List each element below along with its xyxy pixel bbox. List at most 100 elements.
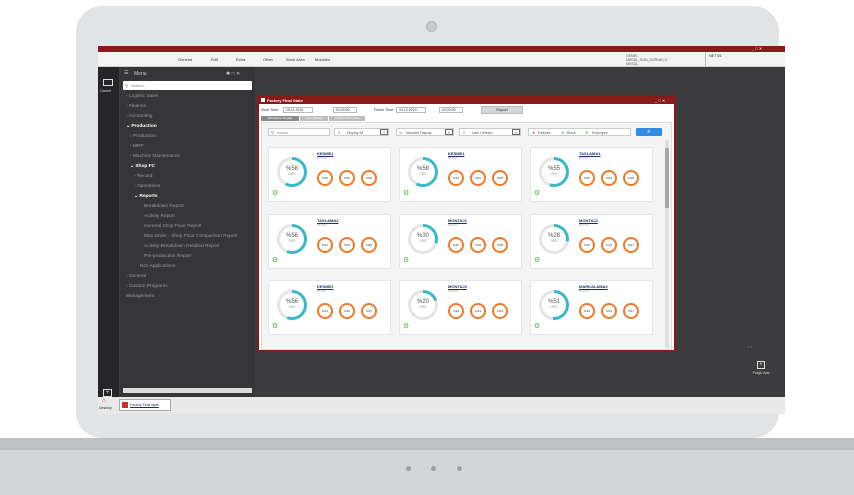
menu-modules[interactable]: Modules xyxy=(315,57,330,62)
workfloor-search-input[interactable]: ⚲ Search... xyxy=(268,128,330,136)
sidebar-item-label: MRP xyxy=(132,144,144,149)
sidebar-scrollbar[interactable] xyxy=(123,388,252,393)
sidebar-item-activity-report[interactable]: Activity Report xyxy=(144,214,175,219)
scrollbar[interactable] xyxy=(665,140,669,348)
machine-card[interactable]: %56 OEE TASLAMA2 8STI05 %91 %63 %89 ⚙ xyxy=(268,214,391,269)
sidebar-controls[interactable]: ✱ □ ✕ xyxy=(226,71,240,77)
machine-card[interactable]: %58 OEE KESME1 8STI01 %94 %60 %98 ⚙ xyxy=(268,147,391,202)
menu-work-area[interactable]: Work Area xyxy=(286,57,305,62)
search-icon: ⚲ xyxy=(271,130,274,135)
sidebar-item-noi-applications[interactable]: NOI Applications xyxy=(140,264,175,269)
oee-label: OEE xyxy=(550,172,558,176)
desktop-add-icon[interactable]: + xyxy=(103,389,112,397)
right-arrows[interactable]: ‹ › xyxy=(748,344,752,349)
machine-card[interactable]: %30 OEE MONTAJ1 8STI04 %86 %36 %98 ⚙ xyxy=(399,214,522,269)
sidebar-item-shop-fc[interactable]: ⌄ Shop FC xyxy=(130,164,155,169)
legend-box: ⊗ Failures ⊘ Block ⚙ Employee xyxy=(528,128,631,136)
sidebar-item-operations[interactable]: › Operations xyxy=(134,184,160,189)
display-filter-select[interactable]: ≡ Display All ⌄ xyxy=(334,128,389,136)
menu-other[interactable]: Other xyxy=(263,57,273,62)
sidebar-item-management[interactable]: Management xyxy=(126,294,154,299)
factory-window: Factory Final State _ □ ✕ Start Time 15.… xyxy=(257,95,676,352)
window-controls[interactable]: _ □ ✕ xyxy=(655,98,665,103)
gear-icon[interactable]: ⚙ xyxy=(403,190,410,197)
sidebar-item-machine-maintenance[interactable]: › Machine Maintenance xyxy=(130,154,180,159)
start-date-input[interactable]: 15.11.2019 xyxy=(283,107,313,113)
sidebar-item-custom-programs[interactable]: › Custom Programs xyxy=(126,284,168,289)
gear-icon[interactable]: ⚙ xyxy=(534,190,541,197)
sidebar-item-label: Shop FC xyxy=(135,164,156,169)
gear-icon[interactable]: ⚙ xyxy=(534,323,541,330)
home-icon[interactable]: ⌂ xyxy=(102,398,106,404)
sidebar-item-production[interactable]: ⌄ Production xyxy=(126,124,157,129)
tab-workfloor-display[interactable]: WorkFloor Display xyxy=(261,116,299,121)
sidebar-item-record[interactable]: › Record xyxy=(134,174,152,179)
sidebar-item-label: Activity-Breakdown Detailed Report xyxy=(144,244,220,249)
menu-extra[interactable]: Extra xyxy=(236,57,245,62)
user-defined-select[interactable]: ≡ User Defined ⌄ xyxy=(459,128,521,136)
oee-ring: %58 OEE xyxy=(408,157,438,187)
machine-display-select[interactable]: ▭ Machine Display ⌄ xyxy=(396,128,454,136)
sidebar-item-pre-production[interactable]: Pre-production Report xyxy=(144,254,191,259)
gear-icon[interactable]: ⚙ xyxy=(272,190,279,197)
performance-ring: %60 xyxy=(339,170,355,186)
sidebar-item-label: Accounting xyxy=(128,114,153,119)
start-time-input[interactable]: 00:00:00 xyxy=(333,107,357,113)
sidebar-item-finance[interactable]: › Finance xyxy=(126,104,146,109)
tab-added-information[interactable]: Added Information xyxy=(329,116,365,121)
oee-ring-center: %58 OEE xyxy=(411,160,435,184)
sidebar-item-reports[interactable]: ⌄ Reports xyxy=(134,194,157,199)
machine-card[interactable]: %56 OEE KESME2 8STI01 %93 %60 %97 ⚙ xyxy=(268,280,391,335)
machine-card[interactable]: %55 OEE TASLAMA1 8STI01 %90 %63 %98 ⚙ xyxy=(530,147,653,202)
sidebar-item-label: Production xyxy=(131,124,157,129)
sidebar-item-label: Reports xyxy=(139,194,158,199)
sidebar-title: Menu xyxy=(134,71,147,77)
sidebar-item-label: Activity Report xyxy=(144,214,175,219)
finish-date-input[interactable]: 10.12.2019 xyxy=(396,107,426,113)
start-time-label: Start Time xyxy=(261,108,279,112)
gear-icon[interactable]: ⚙ xyxy=(272,257,279,264)
window-controls[interactable]: _ □ ✕ xyxy=(752,46,762,51)
performance-value: %23 xyxy=(474,309,481,313)
list-view-button[interactable]: ≡ xyxy=(636,128,662,136)
performance-value: %61 xyxy=(605,309,612,313)
desktop-label[interactable]: Desktop xyxy=(99,406,112,410)
gear-icon[interactable]: ⚙ xyxy=(272,323,279,330)
tab-lane-display[interactable]: Lane Display xyxy=(300,116,328,121)
sidebar-item-activity-breakdown[interactable]: Activity-Breakdown Detailed Report xyxy=(144,244,219,249)
quality-ring: %97 xyxy=(623,237,639,253)
sidebar-item-accounting[interactable]: › Accounting xyxy=(126,114,152,119)
sidebar-item-breakdown-report[interactable]: Breakdown Report xyxy=(144,204,184,209)
finish-time-input[interactable]: 00:00:00 xyxy=(439,107,463,113)
machine-code: 8STI05 xyxy=(317,223,327,227)
monitor-icon[interactable] xyxy=(103,79,113,86)
sidebar-item-general[interactable]: › General xyxy=(126,274,146,279)
gear-icon[interactable]: ⚙ xyxy=(403,257,410,264)
oee-label: OEE xyxy=(550,305,558,309)
scrollbar-thumb[interactable] xyxy=(665,148,669,208)
gear-icon[interactable]: ⚙ xyxy=(534,257,541,264)
machine-card[interactable]: %58 OEE KESME1 8STI01 %94 %60 %98 ⚙ xyxy=(399,147,522,202)
sidebar-item-production-sub[interactable]: › Production xyxy=(130,134,156,139)
machine-card[interactable]: %28 OEE MONTAJ2 8STI06 %90 %32 %97 ⚙ xyxy=(530,214,653,269)
sidebar-item-mrp[interactable]: › MRP xyxy=(130,144,144,149)
legend-employee: Employee xyxy=(592,130,608,135)
plugin-add-icon[interactable]: + xyxy=(757,361,765,369)
sidebar-item-general-shop-floor[interactable]: General Shop Floor Report xyxy=(144,224,202,229)
sidebar-item-manorder-comparison[interactable]: Man.Order - Shop Floor Comparison Report xyxy=(144,234,238,239)
menu-icon[interactable]: ☰ xyxy=(124,70,128,76)
availability-ring: %90 xyxy=(579,170,595,186)
gear-icon[interactable]: ⚙ xyxy=(403,323,410,330)
taskbar-tab[interactable]: Factory Final state xyxy=(119,399,171,411)
sidebar-search-input[interactable]: ⚲ Search... xyxy=(123,81,252,90)
menu-edit[interactable]: Edit xyxy=(211,57,218,62)
report-button[interactable]: Report xyxy=(481,106,523,114)
sidebar-item-logistic-sales[interactable]: › Logistic Sales xyxy=(126,94,159,99)
plugin-add-label[interactable]: Plugin Add xyxy=(752,371,770,375)
menu-general[interactable]: General xyxy=(178,57,192,62)
machine-card[interactable]: %20 OEE MONTAJ3 8STI08 %99 %23 %93 ⚙ xyxy=(399,280,522,335)
oee-ring: %51 OEE xyxy=(539,290,569,320)
user-info: GENEL MERAL_SON_DURUM | 0 MSSQL xyxy=(626,54,667,66)
machine-card[interactable]: %51 OEE MARKALAMA2 8STI05 %99 %61 %97 ⚙ xyxy=(530,280,653,335)
cancel-label[interactable]: Cancel xyxy=(100,89,111,93)
